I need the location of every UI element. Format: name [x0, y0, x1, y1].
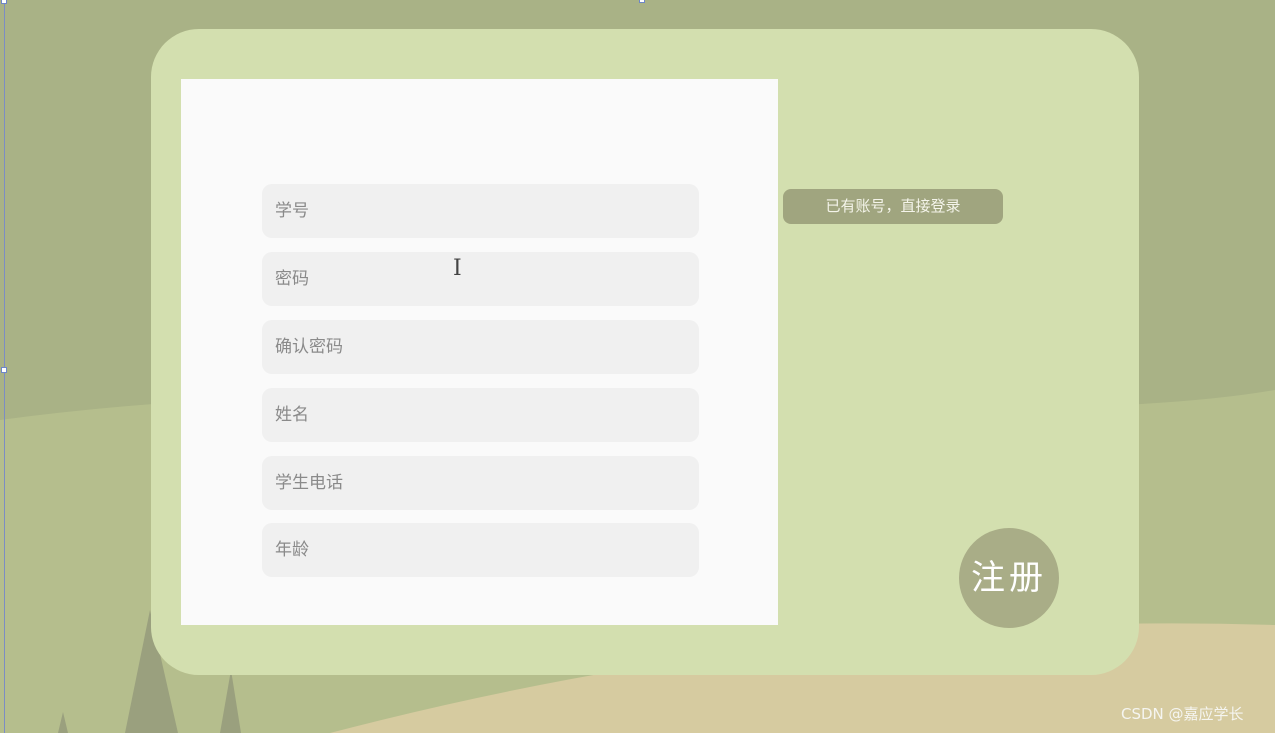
confirm-password-input[interactable] [262, 320, 699, 374]
student-id-input[interactable] [262, 184, 699, 238]
register-button[interactable]: 注册 [959, 528, 1059, 628]
watermark: CSDN @嘉应学长 [1121, 705, 1244, 723]
age-input[interactable] [262, 523, 699, 577]
login-link-button[interactable]: 已有账号，直接登录 [783, 189, 1003, 224]
resize-handle[interactable] [639, 0, 645, 3]
name-input[interactable] [262, 388, 699, 442]
text-cursor-icon: I [453, 256, 462, 281]
password-input[interactable] [262, 252, 699, 306]
resize-handle[interactable] [1, 367, 7, 373]
resize-handle[interactable] [1, 0, 7, 4]
student-phone-input[interactable] [262, 456, 699, 510]
